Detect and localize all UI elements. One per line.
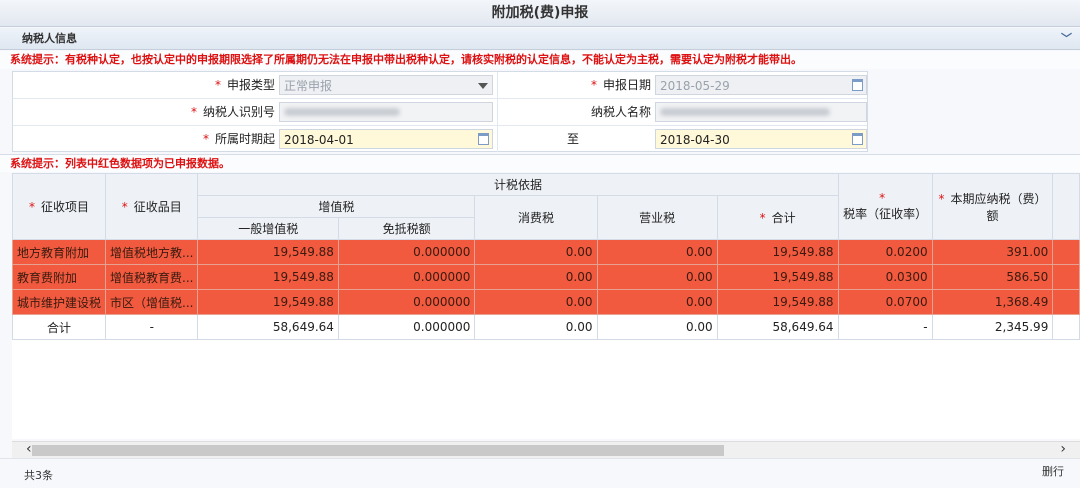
dropdown-arrow-icon[interactable] xyxy=(478,83,488,89)
period-start-label: * 所属时期起 xyxy=(202,132,275,146)
col-exempt-offset[interactable]: 免抵税额 xyxy=(337,217,476,240)
table-row[interactable]: 地方教育附加 增值税地方教... 19,549.88 0.000000 0.00… xyxy=(12,239,1080,265)
period-end-field[interactable]: 2018-04-30 xyxy=(655,129,867,149)
cell-rate: 0.0200 xyxy=(837,239,933,265)
table-row[interactable]: 城市维护建设税 市区（增值税... 19,549.88 0.000000 0.0… xyxy=(12,289,1080,315)
col-overflow xyxy=(1052,173,1080,240)
calendar-icon[interactable] xyxy=(852,79,863,91)
col-business-tax[interactable]: 营业税 xyxy=(596,195,718,240)
cell-general-vat[interactable]: 19,549.88 xyxy=(197,264,339,290)
cell-rate: 0.0300 xyxy=(837,264,933,290)
cell-business[interactable]: 0.00 xyxy=(596,289,718,315)
period-to-label: 至 xyxy=(566,132,579,146)
form-row-2: * 纳税人识别号 纳税人名称 xyxy=(13,99,867,126)
scrollbar-thumb[interactable] xyxy=(32,445,724,456)
taxpayer-id-label: * 纳税人识别号 xyxy=(190,105,275,119)
panel-title: 纳税人信息 xyxy=(22,32,77,45)
table-total-row: 合计 - 58,649.64 0.000000 0.00 0.00 58,649… xyxy=(12,314,1080,340)
col-subtotal[interactable]: * 合计 xyxy=(716,195,839,240)
required-star-icon: * xyxy=(214,78,221,92)
cell-item: 教育费附加 xyxy=(12,264,107,290)
cell-payable: 586.50 xyxy=(931,264,1054,290)
col-consumption-tax[interactable]: 消费税 xyxy=(474,195,598,240)
scroll-left-icon[interactable]: ‹ xyxy=(26,441,32,457)
period-start-field[interactable]: 2018-04-01 xyxy=(279,129,493,149)
col-tax-basis: 计税依据 xyxy=(197,173,839,196)
required-star-icon: * xyxy=(190,105,197,119)
cell-subtotal: 19,549.88 xyxy=(716,264,839,290)
cell-general-vat: 58,649.64 xyxy=(197,314,339,340)
cell-general-vat[interactable]: 19,549.88 xyxy=(197,239,339,265)
redacted-value xyxy=(660,108,830,116)
system-notice-1: 系统提示：有税种认定，也按认定中的申报期限选择了所属期仍无法在申报中带出税种认定… xyxy=(0,51,1080,69)
cell-business: 0.00 xyxy=(596,314,718,340)
cell-exempt: 0.000000 xyxy=(337,314,476,340)
page-title: 附加税(费)申报 xyxy=(0,0,1080,27)
cell-general-vat[interactable]: 19,549.88 xyxy=(197,289,339,315)
calendar-icon[interactable] xyxy=(852,133,863,145)
taxpayer-name-label: 纳税人名称 xyxy=(590,105,651,119)
cell-subtotal: 19,549.88 xyxy=(716,289,839,315)
tax-table-container: * 征收项目 * 征收品目 计税依据 *税率（征收率） * 本期应纳税（费）额 增值税… xyxy=(12,173,1080,439)
record-count: 共3条 xyxy=(24,469,53,482)
scroll-right-icon[interactable]: › xyxy=(1060,441,1066,457)
taxpayer-info-panel-header[interactable]: 纳税人信息 ﹀ xyxy=(0,28,1080,50)
required-star-icon: * xyxy=(202,132,209,146)
taxpayer-info-form: * 申报类型 正常申报 * 申报日期 2018-05-29 * 纳税人识别号 纳税人名… xyxy=(12,71,868,152)
calendar-icon[interactable] xyxy=(478,133,489,145)
cell-business[interactable]: 0.00 xyxy=(596,264,718,290)
cell-rate: 0.0700 xyxy=(837,289,933,315)
cell-exempt[interactable]: 0.000000 xyxy=(337,264,476,290)
cell-payable: 1,368.49 xyxy=(931,289,1054,315)
col-levy-item[interactable]: * 征收项目 xyxy=(12,173,107,240)
taxpayer-id-field xyxy=(279,102,493,122)
declare-type-label: * 申报类型 xyxy=(214,78,275,92)
cell-consumption[interactable]: 0.00 xyxy=(474,264,598,290)
cell-item: 地方教育附加 xyxy=(12,239,107,265)
cell-subitem: - xyxy=(105,314,199,340)
cell-subitem[interactable]: 增值税教育费... xyxy=(105,264,199,290)
table-row[interactable]: 教育费附加 增值税教育费... 19,549.88 0.000000 0.00 … xyxy=(12,264,1080,290)
cell-payable: 2,345.99 xyxy=(931,314,1054,340)
cell-payable: 391.00 xyxy=(931,239,1054,265)
cell-rate: - xyxy=(837,314,933,340)
col-payable[interactable]: * 本期应纳税（费）额 xyxy=(931,173,1054,240)
cell-subitem[interactable]: 市区（增值税... xyxy=(105,289,199,315)
cell-subtotal: 58,649.64 xyxy=(716,314,839,340)
cell-item: 合计 xyxy=(12,314,107,340)
form-row-3: * 所属时期起 2018-04-01 至 2018-04-30 xyxy=(13,126,867,153)
horizontal-scrollbar[interactable]: ‹ › xyxy=(12,441,1080,458)
cell-subitem[interactable]: 增值税地方教... xyxy=(105,239,199,265)
required-star-icon: * xyxy=(590,78,597,92)
chevron-down-icon[interactable]: ﹀ xyxy=(1061,28,1072,50)
cell-exempt[interactable]: 0.000000 xyxy=(337,239,476,265)
delete-row-button[interactable]: 删行 xyxy=(1042,463,1064,479)
tax-table: * 征收项目 * 征收品目 计税依据 *税率（征收率） * 本期应纳税（费）额 增值税… xyxy=(12,173,1080,340)
col-general-vat[interactable]: 一般增值税 xyxy=(197,217,339,240)
redacted-value xyxy=(284,108,400,116)
taxpayer-name-field xyxy=(655,102,867,122)
cell-consumption: 0.00 xyxy=(474,314,598,340)
col-levy-subitem[interactable]: * 征收品目 xyxy=(105,173,199,240)
cell-consumption[interactable]: 0.00 xyxy=(474,289,598,315)
declare-type-select[interactable]: 正常申报 xyxy=(279,75,493,95)
table-footer: 共3条 删行 xyxy=(0,458,1080,488)
form-row-1: * 申报类型 正常申报 * 申报日期 2018-05-29 xyxy=(13,72,867,99)
cell-business[interactable]: 0.00 xyxy=(596,239,718,265)
col-vat: 增值税 xyxy=(197,195,476,218)
system-notice-2: 系统提示：列表中红色数据项为已申报数据。 xyxy=(0,154,1080,172)
cell-item: 城市维护建设税 xyxy=(12,289,107,315)
declare-date-label: * 申报日期 xyxy=(590,78,651,92)
declare-date-field[interactable]: 2018-05-29 xyxy=(655,75,867,95)
cell-exempt[interactable]: 0.000000 xyxy=(337,289,476,315)
cell-subtotal: 19,549.88 xyxy=(716,239,839,265)
col-tax-rate[interactable]: *税率（征收率） xyxy=(837,173,933,240)
cell-consumption[interactable]: 0.00 xyxy=(474,239,598,265)
